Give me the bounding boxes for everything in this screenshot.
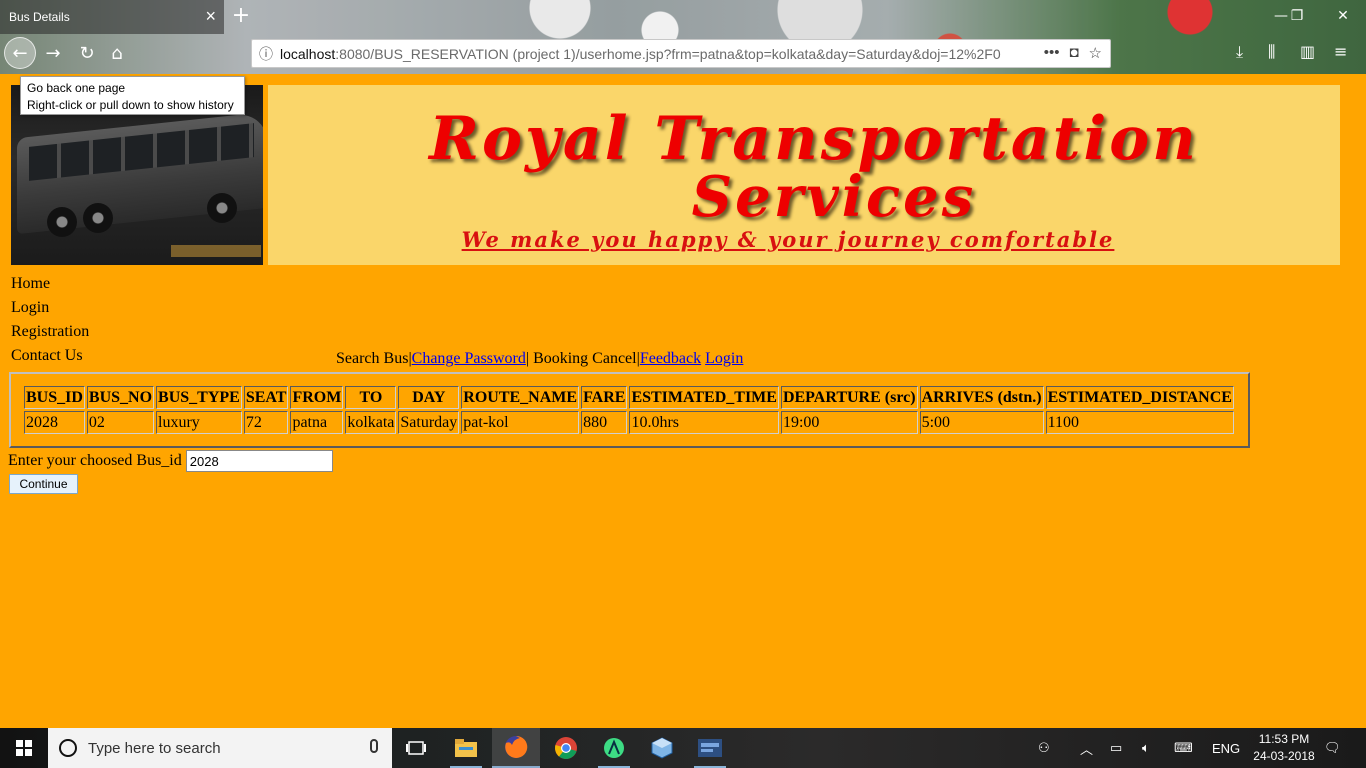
col-bus-type: BUS_TYPE — [156, 386, 242, 409]
language-indicator[interactable]: ENG — [1212, 728, 1240, 768]
microphone-icon[interactable] — [370, 739, 378, 753]
home-button[interactable]: ⌂ — [102, 38, 132, 68]
download-icon[interactable]: ⤓ — [1236, 42, 1243, 62]
back-tooltip: Go back one page Right-click or pull dow… — [20, 76, 245, 115]
cell-route-name: pat-kol — [461, 411, 580, 434]
nav-contact-us[interactable]: Contact Us — [11, 344, 89, 368]
menu-search-bus[interactable]: Search Bus — [336, 350, 408, 367]
browser-chrome: Bus Details × + — ❐ ✕ ← → ↻ ⌂ ⓘ localhos… — [0, 0, 1366, 74]
cell-from: patna — [290, 411, 344, 434]
col-bus-id: BUS_ID — [24, 386, 85, 409]
menu-login[interactable]: Login — [705, 350, 743, 367]
nav-registration[interactable]: Registration — [11, 320, 89, 344]
bus-id-form-row: Enter your choosed Bus_id — [8, 450, 333, 472]
page-actions-icon[interactable]: ••• — [1044, 44, 1060, 62]
pocket-icon[interactable]: ◘ — [1069, 44, 1078, 62]
bus-details-table: BUS_ID BUS_NO BUS_TYPE SEAT FROM TO DAY … — [22, 384, 1236, 436]
cell-bus-type: luxury — [156, 411, 242, 434]
reload-icon: ↻ — [79, 42, 95, 64]
windows-logo-icon — [16, 740, 32, 756]
battery-icon[interactable]: ▭ — [1110, 728, 1122, 768]
notifications-icon[interactable]: 🗨︎ — [1324, 728, 1341, 768]
col-departure: DEPARTURE (src) — [780, 386, 918, 409]
site-tagline: We make you happy & your journey comfort… — [461, 227, 1115, 252]
cell-bus-id: 2028 — [24, 411, 85, 434]
new-tab-icon[interactable]: + — [230, 4, 252, 28]
continue-button[interactable]: Continue — [9, 474, 78, 494]
col-from: FROM — [290, 386, 344, 409]
taskbar-search[interactable]: Type here to search — [48, 728, 392, 768]
arrow-left-icon: ← — [12, 42, 28, 64]
virtualbox-icon[interactable] — [638, 728, 686, 768]
sidebar-icon[interactable]: ▥ — [1300, 42, 1315, 61]
table-row: 2028 02 luxury 72 patna kolkata Saturday… — [24, 411, 1234, 434]
taskbar-search-placeholder: Type here to search — [88, 739, 221, 757]
user-menu: Search Bus|Change Password| Booking Canc… — [336, 350, 744, 367]
col-route-name: ROUTE_NAME — [461, 386, 580, 409]
people-icon[interactable]: ⚇ — [1038, 728, 1050, 768]
volume-icon[interactable]: 🔈︎ — [1142, 728, 1150, 768]
nav-home[interactable]: Home — [11, 272, 89, 296]
cell-to: kolkata — [345, 411, 397, 434]
col-seat: SEAT — [243, 386, 289, 409]
firefox-icon[interactable] — [492, 728, 540, 768]
cell-arrives: 5:00 — [919, 411, 1044, 434]
cell-day: Saturday — [398, 411, 460, 434]
keyboard-icon[interactable]: ⌨ — [1174, 728, 1193, 768]
cell-departure: 19:00 — [780, 411, 918, 434]
cell-fare: 880 — [581, 411, 628, 434]
col-estimated-distance: ESTIMATED_DISTANCE — [1045, 386, 1234, 409]
info-icon[interactable]: ⓘ — [252, 44, 280, 64]
cortana-icon — [59, 739, 77, 757]
col-bus-no: BUS_NO — [86, 386, 155, 409]
col-arrives: ARRIVES (dstn.) — [919, 386, 1044, 409]
tab-title: Bus Details — [9, 10, 70, 24]
col-day: DAY — [398, 386, 460, 409]
cell-seat: 72 — [243, 411, 289, 434]
menu-icon[interactable]: ≡ — [1334, 42, 1347, 61]
site-title-line2: Services — [691, 164, 977, 230]
col-to: TO — [345, 386, 397, 409]
browser-tab[interactable]: Bus Details × — [0, 0, 224, 34]
site-banner: Royal Transportation Services We make yo… — [268, 85, 1340, 265]
close-window-icon[interactable]: ✕ — [1328, 6, 1358, 26]
bus-details-table-container: BUS_ID BUS_NO BUS_TYPE SEAT FROM TO DAY … — [9, 372, 1250, 448]
show-hidden-icons[interactable]: ︿ — [1080, 728, 1093, 768]
home-icon: ⌂ — [111, 42, 123, 64]
forward-button[interactable]: → — [38, 38, 68, 68]
bus-id-label: Enter your choosed Bus_id — [8, 452, 182, 469]
col-estimated-time: ESTIMATED_TIME — [629, 386, 779, 409]
task-view-icon[interactable] — [392, 728, 440, 768]
sql-tool-icon[interactable] — [686, 728, 734, 768]
menu-change-password[interactable]: Change Password — [412, 350, 526, 367]
arrow-right-icon: → — [45, 42, 61, 64]
bus-id-input[interactable] — [185, 450, 333, 472]
cell-bus-no: 02 — [86, 411, 155, 434]
taskbar-clock[interactable]: 11:53 PM 24-03-2018 — [1244, 731, 1324, 765]
side-nav: Home Login Registration Contact Us — [11, 272, 89, 368]
file-explorer-icon[interactable] — [442, 728, 490, 768]
cell-estimated-time: 10.0hrs — [629, 411, 779, 434]
restore-icon[interactable]: ❐ — [1282, 6, 1312, 26]
android-studio-icon[interactable] — [590, 728, 638, 768]
menu-booking-cancel[interactable]: Booking Cancel — [533, 350, 637, 367]
start-button[interactable] — [0, 728, 48, 768]
table-header-row: BUS_ID BUS_NO BUS_TYPE SEAT FROM TO DAY … — [24, 386, 1234, 409]
address-bar[interactable]: ⓘ localhost:8080/BUS_RESERVATION (projec… — [251, 39, 1111, 68]
cell-estimated-distance: 1100 — [1045, 411, 1234, 434]
tab-close-icon[interactable]: × — [205, 7, 216, 25]
library-icon[interactable]: ⫼ — [1268, 42, 1275, 62]
site-title-line1: Royal Transportation — [429, 104, 1199, 174]
taskbar: Type here to search ⚇ ︿ ▭ 🔈︎ ⌨ ENG 11:53… — [0, 728, 1366, 768]
nav-login[interactable]: Login — [11, 296, 89, 320]
reload-button[interactable]: ↻ — [72, 38, 102, 68]
chrome-icon[interactable] — [542, 728, 590, 768]
bookmark-star-icon[interactable]: ☆ — [1089, 44, 1102, 62]
url-text: localhost:8080/BUS_RESERVATION (project … — [280, 45, 1001, 62]
back-button[interactable]: ← — [4, 37, 36, 69]
col-fare: FARE — [581, 386, 628, 409]
menu-feedback[interactable]: Feedback — [640, 350, 701, 367]
